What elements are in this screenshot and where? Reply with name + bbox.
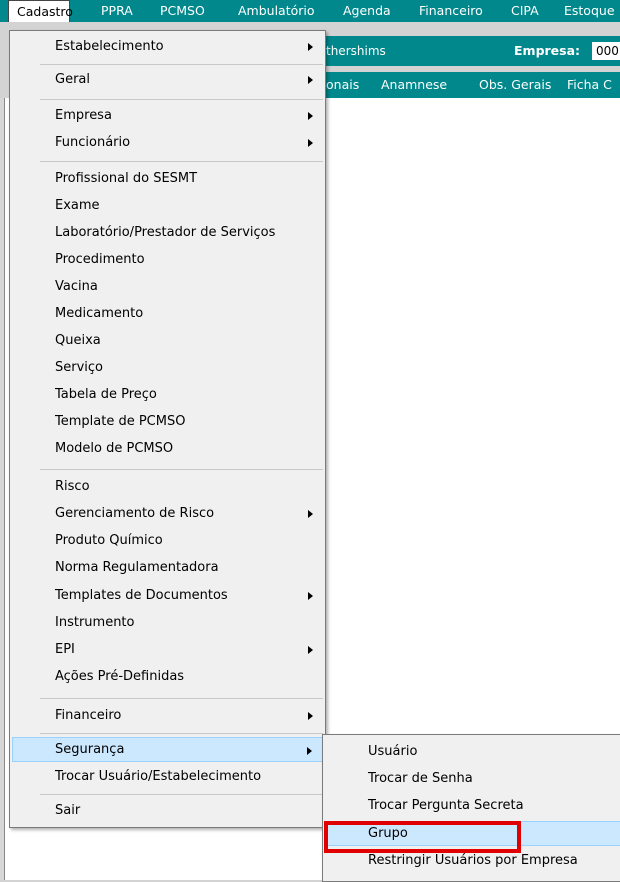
menu-separator [40, 794, 323, 795]
menu-item-label: Norma Regulamentadora [55, 560, 219, 575]
menu-item-label: Usuário [368, 744, 418, 759]
menu-financeiro[interactable]: Financeiro [419, 0, 483, 22]
menu-item-label: EPI [55, 642, 75, 657]
menu-item-procedimento[interactable]: Procedimento [12, 247, 323, 272]
menu-item-exame[interactable]: Exame [12, 193, 323, 218]
menu-item-epi[interactable]: EPI [12, 637, 323, 662]
submenu-arrow-icon [308, 510, 313, 518]
menu-item-templates-documentos[interactable]: Templates de Documentos [12, 583, 323, 608]
menu-item-label: Instrumento [55, 615, 135, 630]
menu-item-label: Templates de Documentos [55, 588, 228, 603]
submenu-arrow-icon [308, 112, 313, 120]
submenu-arrow-icon [308, 139, 313, 147]
empresa-label: Empresa: [514, 43, 581, 58]
menu-item-label: Medicamento [55, 306, 144, 321]
menu-bar: Cadastro PPRA PCMSO Ambulatório Agenda F… [0, 0, 620, 22]
menu-item-trocar-usuario[interactable]: Trocar Usuário/Estabelecimento [12, 764, 323, 789]
menu-item-acoes-pre-definidas[interactable]: Ações Pré-Definidas [12, 664, 323, 689]
menu-ppra[interactable]: PPRA [101, 0, 133, 22]
menu-item-modelo-pcmso[interactable]: Modelo de PCMSO [12, 436, 323, 461]
submenu-arrow-icon [308, 76, 313, 84]
menu-item-label: Risco [55, 479, 90, 494]
menu-separator [40, 161, 323, 162]
menu-item-label: Ações Pré-Definidas [55, 669, 185, 684]
menu-item-label: Geral [55, 72, 90, 87]
menu-item-seguranca[interactable]: Segurança [12, 737, 323, 762]
empresa-code-field[interactable]: 000 [592, 42, 620, 60]
menu-item-label: Template de PCMSO [55, 414, 186, 429]
menu-item-label: Gerenciamento de Risco [55, 506, 215, 521]
menu-item-label: Sair [55, 803, 81, 818]
submenu-arrow-icon [308, 712, 313, 720]
menu-item-funcionario[interactable]: Funcionário [12, 130, 323, 155]
tab-obs-gerais[interactable]: Obs. Gerais [479, 72, 551, 98]
menu-item-label: Produto Químico [55, 533, 163, 548]
info-bar: thershims Empresa: 000 [324, 36, 620, 66]
submenu-arrow-icon [308, 646, 313, 654]
menu-pcmso[interactable]: PCMSO [160, 0, 205, 22]
menu-item-gerenciamento-risco[interactable]: Gerenciamento de Risco [12, 501, 323, 526]
menu-item-laboratorio[interactable]: Laboratório/Prestador de Serviços [12, 220, 323, 245]
menu-item-label: Modelo de PCMSO [55, 441, 174, 456]
menu-cadastro[interactable]: Cadastro [8, 0, 73, 22]
menu-item-label: Trocar Usuário/Estabelecimento [55, 769, 262, 784]
submenu-item-trocar-senha[interactable]: Trocar de Senha [325, 766, 620, 791]
menu-item-label: Empresa [55, 108, 112, 123]
tab-ficha[interactable]: Ficha C [567, 72, 612, 98]
tab-anamnese[interactable]: Anamnese [381, 72, 447, 98]
submenu-arrow-icon [308, 592, 313, 600]
menu-agenda[interactable]: Agenda [343, 0, 391, 22]
menu-item-vacina[interactable]: Vacina [12, 274, 323, 299]
menu-item-label: Trocar de Senha [368, 771, 473, 786]
menu-item-empresa[interactable]: Empresa [12, 103, 323, 128]
menu-item-label: Vacina [55, 279, 98, 294]
menu-item-label: Profissional do SESMT [55, 171, 198, 186]
menu-separator [40, 64, 323, 65]
menu-item-profissional-sesmt[interactable]: Profissional do SESMT [12, 166, 323, 191]
menu-item-label: Financeiro [55, 708, 122, 723]
menu-item-medicamento[interactable]: Medicamento [12, 301, 323, 326]
menu-item-label: Serviço [55, 360, 104, 375]
menu-item-produto-quimico[interactable]: Produto Químico [12, 528, 323, 553]
menu-item-geral[interactable]: Geral [12, 67, 323, 92]
menu-item-tabela-preco[interactable]: Tabela de Preço [12, 382, 323, 407]
menu-item-instrumento[interactable]: Instrumento [12, 610, 323, 635]
submenu-item-usuario[interactable]: Usuário [325, 739, 620, 764]
cadastro-menu: Estabelecimento Geral Empresa Funcionári… [9, 30, 326, 828]
menu-item-sair[interactable]: Sair [12, 798, 323, 823]
menu-item-template-pcmso[interactable]: Template de PCMSO [12, 409, 323, 434]
tab-bar: onais Anamnese Obs. Gerais Ficha C [324, 72, 620, 98]
menu-item-label: Estabelecimento [55, 39, 164, 54]
menu-item-label: Funcionário [55, 135, 131, 150]
menu-item-queixa[interactable]: Queixa [12, 328, 323, 353]
submenu-item-trocar-pergunta[interactable]: Trocar Pergunta Secreta [325, 793, 620, 818]
menu-cipa[interactable]: CIPA [511, 0, 539, 22]
menu-estoque[interactable]: Estoque [564, 0, 615, 22]
menu-separator [40, 698, 323, 699]
menu-item-norma-regulamentadora[interactable]: Norma Regulamentadora [12, 555, 323, 580]
menu-item-financeiro[interactable]: Financeiro [12, 703, 323, 728]
user-name: thershims [326, 44, 386, 58]
annotation-highlight-box [324, 821, 521, 853]
menu-separator [40, 733, 323, 734]
menu-item-label: Segurança [55, 742, 125, 757]
menu-item-label: Restringir Usuários por Empresa [368, 853, 578, 868]
submenu-arrow-icon [308, 43, 313, 51]
menu-item-label: Laboratório/Prestador de Serviços [55, 225, 276, 240]
tab-ocupacionais[interactable]: onais [326, 72, 359, 98]
menu-item-servico[interactable]: Serviço [12, 355, 323, 380]
menu-ambulatorio[interactable]: Ambulatório [238, 0, 315, 22]
menu-separator [40, 99, 323, 100]
menu-item-label: Exame [55, 198, 100, 213]
menu-item-estabelecimento[interactable]: Estabelecimento [12, 34, 323, 59]
menu-item-label: Procedimento [55, 252, 145, 267]
seguranca-submenu: Usuário Trocar de Senha Trocar Pergunta … [322, 734, 620, 882]
menu-item-label: Queixa [55, 333, 101, 348]
menu-separator [40, 469, 323, 470]
menu-item-label: Trocar Pergunta Secreta [368, 798, 524, 813]
menu-item-label: Tabela de Preço [55, 387, 157, 402]
submenu-arrow-icon [307, 747, 312, 755]
menu-item-risco[interactable]: Risco [12, 474, 323, 499]
